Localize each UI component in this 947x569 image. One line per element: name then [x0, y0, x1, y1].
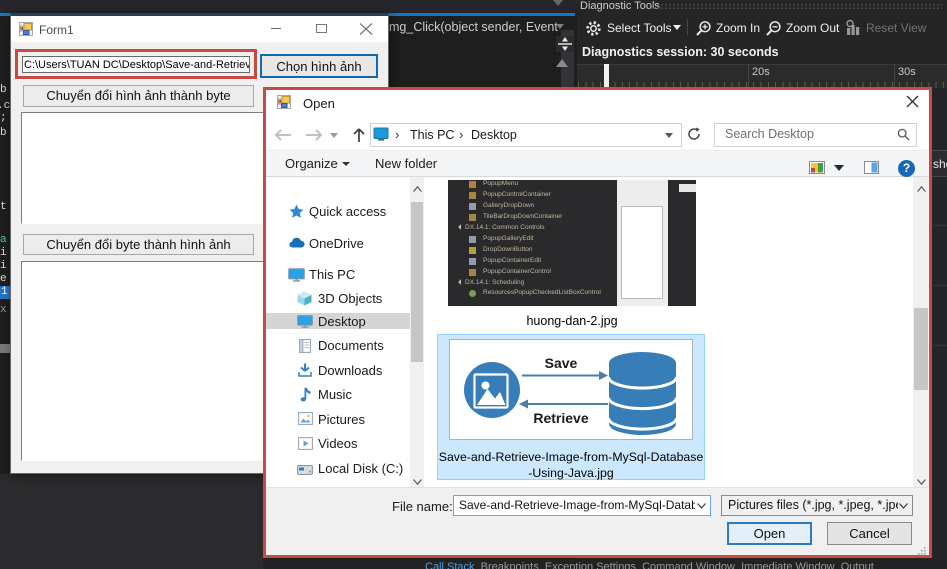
svg-text:Retrieve: Retrieve — [533, 410, 588, 426]
svg-text:Save: Save — [545, 355, 578, 371]
